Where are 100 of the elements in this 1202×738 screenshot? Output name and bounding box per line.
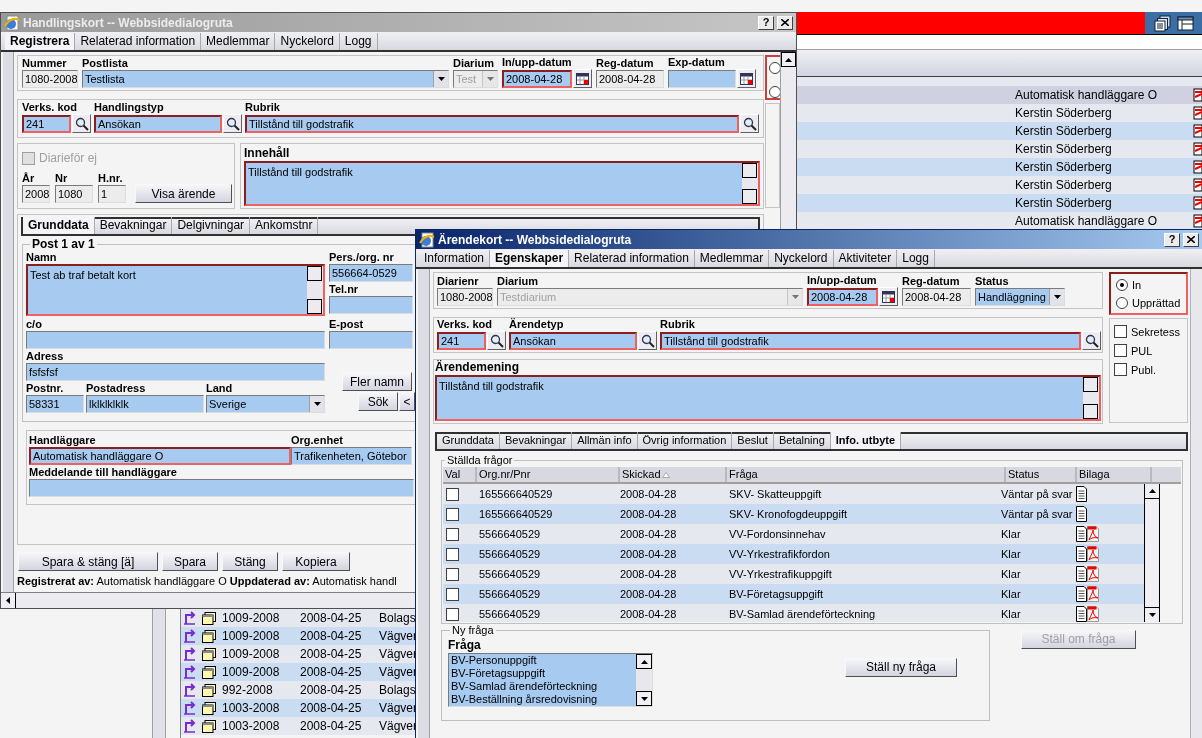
scrollbar[interactable]	[1144, 484, 1160, 622]
column-header[interactable]: Skickad	[620, 467, 727, 482]
column-header[interactable]: Fråga	[727, 467, 1006, 482]
layout-icon[interactable]	[1176, 14, 1194, 32]
search-button[interactable]	[487, 331, 506, 350]
close-button[interactable]	[777, 15, 793, 30]
search-button[interactable]	[223, 114, 242, 133]
input-field[interactable]: 241	[437, 331, 486, 350]
column-header[interactable]: Bilaga	[1077, 467, 1152, 482]
input-field[interactable]: Tillstånd till godstrafik	[245, 114, 739, 133]
list-row[interactable]: Automatisk handläggare O	[797, 212, 1202, 230]
input-field[interactable]: Trafikenheten, Götebor	[291, 447, 412, 465]
input-field[interactable]	[329, 331, 413, 349]
windows-icon[interactable]	[1153, 14, 1171, 32]
checkbox[interactable]	[446, 487, 459, 501]
list-row[interactable]: 1003-2008 2008-04-25 Vägver	[181, 699, 418, 717]
input-field[interactable]	[329, 296, 413, 314]
checkbox[interactable]	[1114, 363, 1127, 376]
search-button[interactable]	[638, 331, 657, 350]
list-row[interactable]: 1009-2008 2008-04-25 Vägver	[181, 663, 418, 681]
input-field[interactable]: 556664-0529	[329, 264, 413, 282]
checkbox[interactable]	[446, 547, 459, 561]
input-field[interactable]: Tillstånd till godstrafik	[660, 331, 1081, 350]
list-row[interactable]: 1009-2008 2008-04-25 Vägver	[181, 627, 418, 645]
input-field[interactable]	[668, 69, 736, 88]
input-field[interactable]: lklklklklk	[86, 395, 204, 413]
tab[interactable]: Relaterad information	[569, 250, 695, 267]
tab[interactable]: Logg	[339, 33, 378, 50]
list-box[interactable]: BV-Personuppgift BV-Företagsuppgift BV-Samlad ärendeförteckning BV-Beställning årsredovisning	[448, 653, 653, 707]
list-row[interactable]: Automatisk handläggare O	[797, 86, 1202, 104]
list-row[interactable]: Kerstin Söderberg	[797, 104, 1202, 122]
dropdown[interactable]: Testlista	[82, 70, 449, 88]
input-field[interactable]: 58331	[26, 395, 84, 413]
help-button[interactable]: ?	[758, 15, 774, 30]
tab[interactable]: Bevakningar	[500, 432, 573, 449]
scrollbar[interactable]	[1190, 269, 1202, 738]
list-option[interactable]: BV-Beställning årsredovisning	[451, 693, 636, 706]
calendar-button[interactable]	[737, 69, 756, 88]
list-option[interactable]: BV-Personuppgift	[451, 654, 636, 667]
tab[interactable]: Betalning	[773, 432, 831, 449]
scroll-up-button[interactable]	[636, 654, 652, 669]
list-row[interactable]: Kerstin Söderberg	[797, 140, 1202, 158]
tab[interactable]: Aktiviteter	[833, 250, 898, 267]
tab[interactable]: Bevakningar	[94, 217, 173, 234]
list-row[interactable]: 992-2008 2008-04-25 Bolags	[181, 681, 418, 699]
radio-button[interactable]	[1116, 278, 1128, 291]
radio-button[interactable]	[1116, 296, 1128, 309]
scroll-up-button[interactable]	[781, 52, 796, 67]
tab[interactable]: Logg	[897, 250, 935, 267]
tab[interactable]: Egenskaper	[490, 250, 570, 267]
input-field[interactable]: 2008-04-28	[502, 69, 572, 88]
text-area[interactable]: Tillstånd till godstrafik	[435, 375, 1101, 421]
tab[interactable]: Allmän info	[572, 432, 638, 449]
column-header[interactable]: Status	[1006, 467, 1077, 482]
list-row[interactable]: Kerstin Söderberg	[797, 194, 1202, 212]
tab[interactable]: Registrera	[5, 33, 76, 50]
column-header[interactable]: Val	[443, 467, 477, 482]
input-field[interactable]: Ansökan	[509, 331, 637, 350]
list-option[interactable]: BV-Företagsuppgift	[451, 667, 636, 680]
button[interactable]: Spara	[162, 552, 218, 571]
checkbox[interactable]	[446, 607, 459, 621]
column-header[interactable]: Org.nr/Pnr	[477, 467, 620, 482]
list-row[interactable]: 1009-2008 2008-04-25 Vägver	[181, 645, 418, 663]
tab[interactable]: Övrig information	[637, 432, 733, 449]
input-field[interactable]: 2008-04-28	[807, 287, 878, 306]
button[interactable]: Ställ ny fråga	[845, 657, 957, 677]
tab[interactable]: Medlemmar	[694, 250, 770, 267]
checkbox[interactable]	[1114, 344, 1127, 357]
tab[interactable]: Info. utbyte	[830, 432, 902, 449]
checkbox[interactable]	[446, 567, 459, 581]
search-button[interactable]	[740, 114, 759, 133]
list-row[interactable]: Kerstin Söderberg	[797, 176, 1202, 194]
scrollbar[interactable]	[636, 654, 652, 706]
scroll-left-button[interactable]	[1, 593, 16, 608]
button[interactable]: Kopiera	[282, 552, 350, 571]
tab[interactable]: Grunddata	[23, 217, 95, 234]
tab[interactable]: Nyckelord	[769, 250, 834, 267]
checkbox[interactable]	[446, 507, 459, 521]
text-area[interactable]: Tillstånd till godstrafik	[244, 161, 760, 206]
list-row[interactable]: Kerstin Söderberg	[797, 158, 1202, 176]
button[interactable]: Sök	[358, 392, 398, 411]
input-field[interactable]	[29, 479, 414, 497]
list-row[interactable]: 1003-2008 2008-04-25 Vägver	[181, 717, 418, 735]
tab[interactable]: Grunddata	[437, 432, 500, 449]
tab[interactable]: Ankomstnr	[250, 217, 319, 234]
input-field[interactable]: Ansökan	[94, 114, 222, 133]
input-field[interactable]: 241	[22, 114, 71, 133]
button[interactable]: Stäng	[222, 552, 278, 571]
checkbox[interactable]	[446, 527, 459, 541]
tab[interactable]: Beslut	[732, 432, 774, 449]
tab[interactable]: Nyckelord	[275, 33, 340, 50]
calendar-button[interactable]	[573, 69, 592, 88]
input-field[interactable]	[26, 331, 325, 349]
calendar-button[interactable]	[879, 287, 898, 306]
tab[interactable]: Medlemmar	[201, 33, 276, 50]
list-row[interactable]: Kerstin Söderberg	[797, 122, 1202, 140]
text-area[interactable]: Test ab traf betalt kort	[26, 264, 325, 316]
input-field[interactable]: fsfsfsf	[26, 363, 325, 381]
list-option[interactable]: BV-Samlad ärendeförteckning	[451, 680, 636, 693]
tab[interactable]: Relaterad information	[75, 33, 202, 50]
